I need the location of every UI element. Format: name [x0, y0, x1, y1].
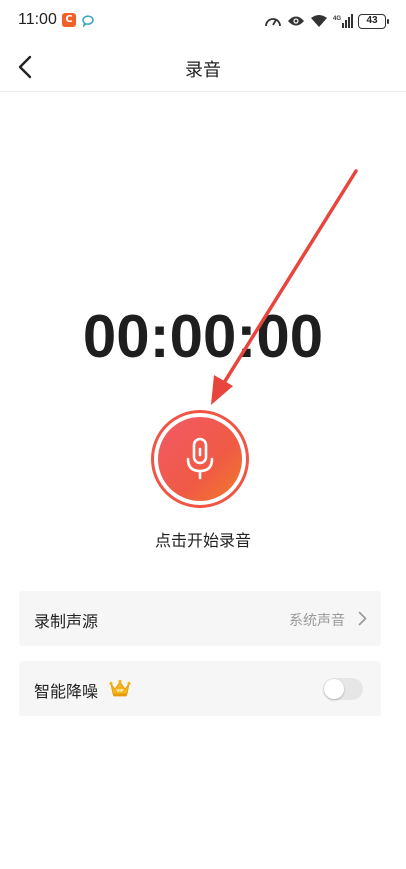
app-notification-icon: C — [62, 13, 76, 27]
noise-reduction-label: 智能降噪 — [34, 682, 99, 701]
vip-crown-icon: VIP — [109, 679, 131, 697]
battery-icon: 43 — [358, 13, 389, 29]
recording-timer: 00:00:00 — [82, 303, 324, 370]
svg-text:4G: 4G — [333, 16, 341, 22]
recording-source-label: 录制声源 — [34, 612, 99, 631]
signal-icon: 4G — [333, 14, 353, 28]
svg-text:VIP: VIP — [116, 688, 123, 693]
page-title: 录音 — [185, 60, 221, 81]
eye-icon — [288, 16, 304, 26]
wifi-icon — [311, 15, 327, 27]
record-hint-label: 点击开始录音 — [154, 531, 251, 550]
toggle-knob — [324, 679, 344, 699]
recording-source-row[interactable]: 录制声源 系统声音 — [19, 591, 381, 646]
noise-reduction-row: 智能降噪 VIP — [19, 661, 381, 716]
noise-reduction-toggle[interactable] — [323, 678, 363, 700]
header: 录音 — [0, 42, 406, 92]
status-time: 11:00 — [18, 11, 57, 28]
recording-source-value: 系统声音 — [289, 613, 345, 629]
microphone-icon — [186, 437, 214, 480]
speed-icon — [265, 18, 281, 27]
status-bar: 11:00 C 4G 43 — [0, 0, 406, 42]
chevron-right-icon — [358, 611, 367, 626]
message-notification-icon — [81, 13, 95, 28]
status-icons: 4G 43 — [264, 11, 389, 31]
record-button[interactable] — [151, 410, 249, 508]
record-button-inner — [158, 417, 242, 501]
